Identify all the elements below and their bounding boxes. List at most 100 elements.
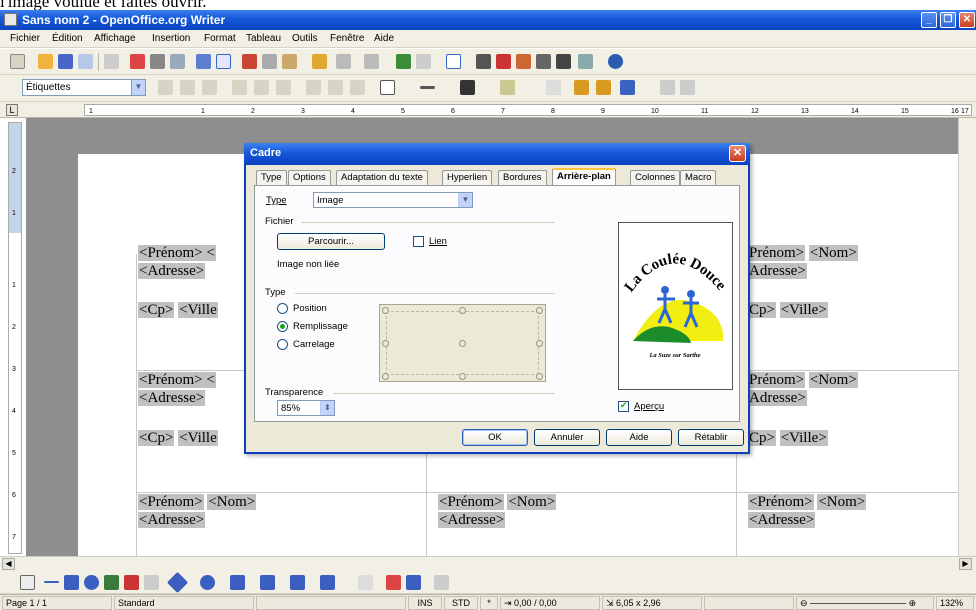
label-field-adresse[interactable]: <Adresse> — [138, 390, 206, 407]
copy-icon[interactable] — [262, 54, 277, 69]
tab-options[interactable]: Options — [288, 170, 331, 185]
freeform-tool-icon[interactable] — [104, 575, 119, 590]
label-field-cp[interactable]: <Cp> <Ville — [138, 430, 218, 447]
cancel-button[interactable]: Annuler — [534, 429, 600, 446]
label-field-adresse-right[interactable]: Adresse> — [748, 263, 807, 280]
label-field-adresse[interactable]: <Adresse> — [138, 263, 206, 280]
browse-button[interactable]: Parcourir... — [277, 233, 385, 250]
tab-hyperlien[interactable]: Hyperlien — [442, 170, 493, 185]
tab-macro[interactable]: Macro — [680, 170, 717, 185]
menu-insertion[interactable]: Insertion — [152, 33, 190, 44]
tab-stop-icon[interactable]: L — [6, 104, 18, 116]
data-sources-icon[interactable] — [536, 54, 551, 69]
menu-edition[interactable]: Édition — [52, 33, 83, 44]
gallery-icon[interactable] — [516, 54, 531, 69]
radio-position[interactable] — [277, 303, 288, 314]
email-icon[interactable] — [78, 54, 93, 69]
callouts-icon[interactable] — [290, 575, 305, 590]
select-arrow-icon[interactable] — [20, 575, 35, 590]
zoom-slider-track[interactable] — [810, 603, 907, 605]
label-field-prenom-right[interactable]: Prénom> <Nom> — [748, 245, 858, 262]
label-field-prenom[interactable]: <Prénom> <Nom> — [748, 494, 867, 511]
ok-button[interactable]: OK — [462, 429, 528, 446]
tab-colonnes[interactable]: Colonnes — [630, 170, 681, 185]
radio-tile[interactable] — [277, 339, 288, 350]
open-folder-icon[interactable] — [38, 54, 53, 69]
status-insert-mode[interactable]: INS — [408, 596, 442, 610]
position-dot[interactable] — [536, 340, 543, 347]
show-draw-functions-icon[interactable] — [446, 54, 461, 69]
autospellcheck-icon[interactable] — [216, 54, 231, 69]
position-dot[interactable] — [382, 340, 389, 347]
menu-affichage[interactable]: Affichage — [94, 33, 136, 44]
paragraph-style-select[interactable]: Étiquettes ▼ — [22, 79, 146, 96]
tab-bordures[interactable]: Bordures — [498, 170, 547, 185]
label-field-cp-right[interactable]: Cp> <Ville> — [748, 430, 828, 447]
vertical-ruler[interactable]: 2 1 1 2 3 4 5 6 7 — [8, 122, 22, 554]
line-tool-icon[interactable] — [44, 581, 59, 583]
position-dot[interactable] — [382, 373, 389, 380]
status-selection-mode[interactable]: STD — [444, 596, 478, 610]
label-field-prenom[interactable]: <Prénom> <Nom> — [138, 494, 257, 511]
points-icon[interactable] — [358, 575, 373, 590]
label-field-cp-right[interactable]: Cp> <Ville> — [748, 302, 828, 319]
help-button[interactable]: Aide — [606, 429, 672, 446]
help-icon[interactable] — [608, 54, 623, 69]
hyperlink-icon[interactable] — [396, 54, 411, 69]
label-field-adresse[interactable]: <Adresse> — [438, 512, 506, 529]
anchor-icon[interactable] — [620, 80, 635, 95]
symbol-shapes-icon[interactable] — [200, 575, 215, 590]
close-window-button[interactable]: ✕ — [959, 12, 975, 28]
wrap-through-icon[interactable] — [350, 80, 365, 95]
label-field-adresse[interactable]: <Adresse> — [748, 512, 816, 529]
preview-checkbox[interactable] — [618, 400, 629, 412]
menu-aide[interactable]: Aide — [374, 33, 394, 44]
vertical-scrollbar[interactable] — [958, 118, 976, 556]
label-field-adresse[interactable]: <Adresse> — [138, 512, 206, 529]
paste-icon[interactable] — [282, 54, 297, 69]
scroll-left-arrow-icon[interactable]: ◀ — [2, 558, 15, 570]
unlink-frames-icon[interactable] — [680, 80, 695, 95]
menu-outils[interactable]: Outils — [292, 33, 318, 44]
status-view-layout[interactable] — [704, 596, 794, 610]
send-to-back-icon[interactable] — [596, 80, 611, 95]
position-dot[interactable] — [459, 340, 466, 347]
print-preview-icon[interactable] — [170, 54, 185, 69]
block-arrows-icon[interactable] — [230, 575, 245, 590]
radio-fill[interactable] — [277, 321, 288, 332]
underline-icon[interactable] — [202, 80, 217, 95]
rectangle-tool-icon[interactable] — [64, 575, 79, 590]
navigator-icon[interactable] — [496, 54, 511, 69]
position-dot[interactable] — [459, 307, 466, 314]
spellcheck-icon[interactable] — [196, 54, 211, 69]
line-style-icon[interactable] — [420, 86, 435, 89]
extrusion-icon[interactable] — [434, 575, 449, 590]
bring-to-front-icon[interactable] — [574, 80, 589, 95]
cut-icon[interactable] — [242, 54, 257, 69]
restore-button[interactable]: ❐ — [940, 12, 956, 28]
nonprinting-chars-icon[interactable] — [556, 54, 571, 69]
link-frames-icon[interactable] — [660, 80, 675, 95]
ellipse-tool-icon[interactable] — [84, 575, 99, 590]
find-replace-icon[interactable] — [476, 54, 491, 69]
link-checkbox[interactable] — [413, 236, 424, 247]
menu-format[interactable]: Format — [204, 33, 236, 44]
table-icon[interactable] — [416, 54, 431, 69]
basic-shapes-icon[interactable] — [166, 571, 189, 594]
menu-fenetre[interactable]: Fenêtre — [330, 33, 364, 44]
from-file-icon[interactable] — [406, 575, 421, 590]
bold-icon[interactable] — [158, 80, 173, 95]
border-color-icon[interactable] — [460, 80, 475, 95]
stars-icon[interactable] — [320, 575, 335, 590]
background-color-icon[interactable] — [500, 80, 515, 95]
wrap-page-icon[interactable] — [328, 80, 343, 95]
borders-icon[interactable] — [380, 80, 395, 95]
zoom-in-icon[interactable]: ⊕ — [909, 598, 917, 608]
close-icon[interactable]: ✕ — [729, 145, 746, 162]
zoom-slider[interactable]: ⊖ ⊕ — [796, 596, 934, 610]
align-right-icon[interactable] — [276, 80, 291, 95]
minimize-button[interactable]: _ — [921, 12, 937, 28]
label-field-prenom[interactable]: <Prénom> < — [138, 245, 216, 262]
scroll-right-arrow-icon[interactable]: ▶ — [959, 558, 972, 570]
new-document-icon[interactable] — [10, 54, 25, 69]
